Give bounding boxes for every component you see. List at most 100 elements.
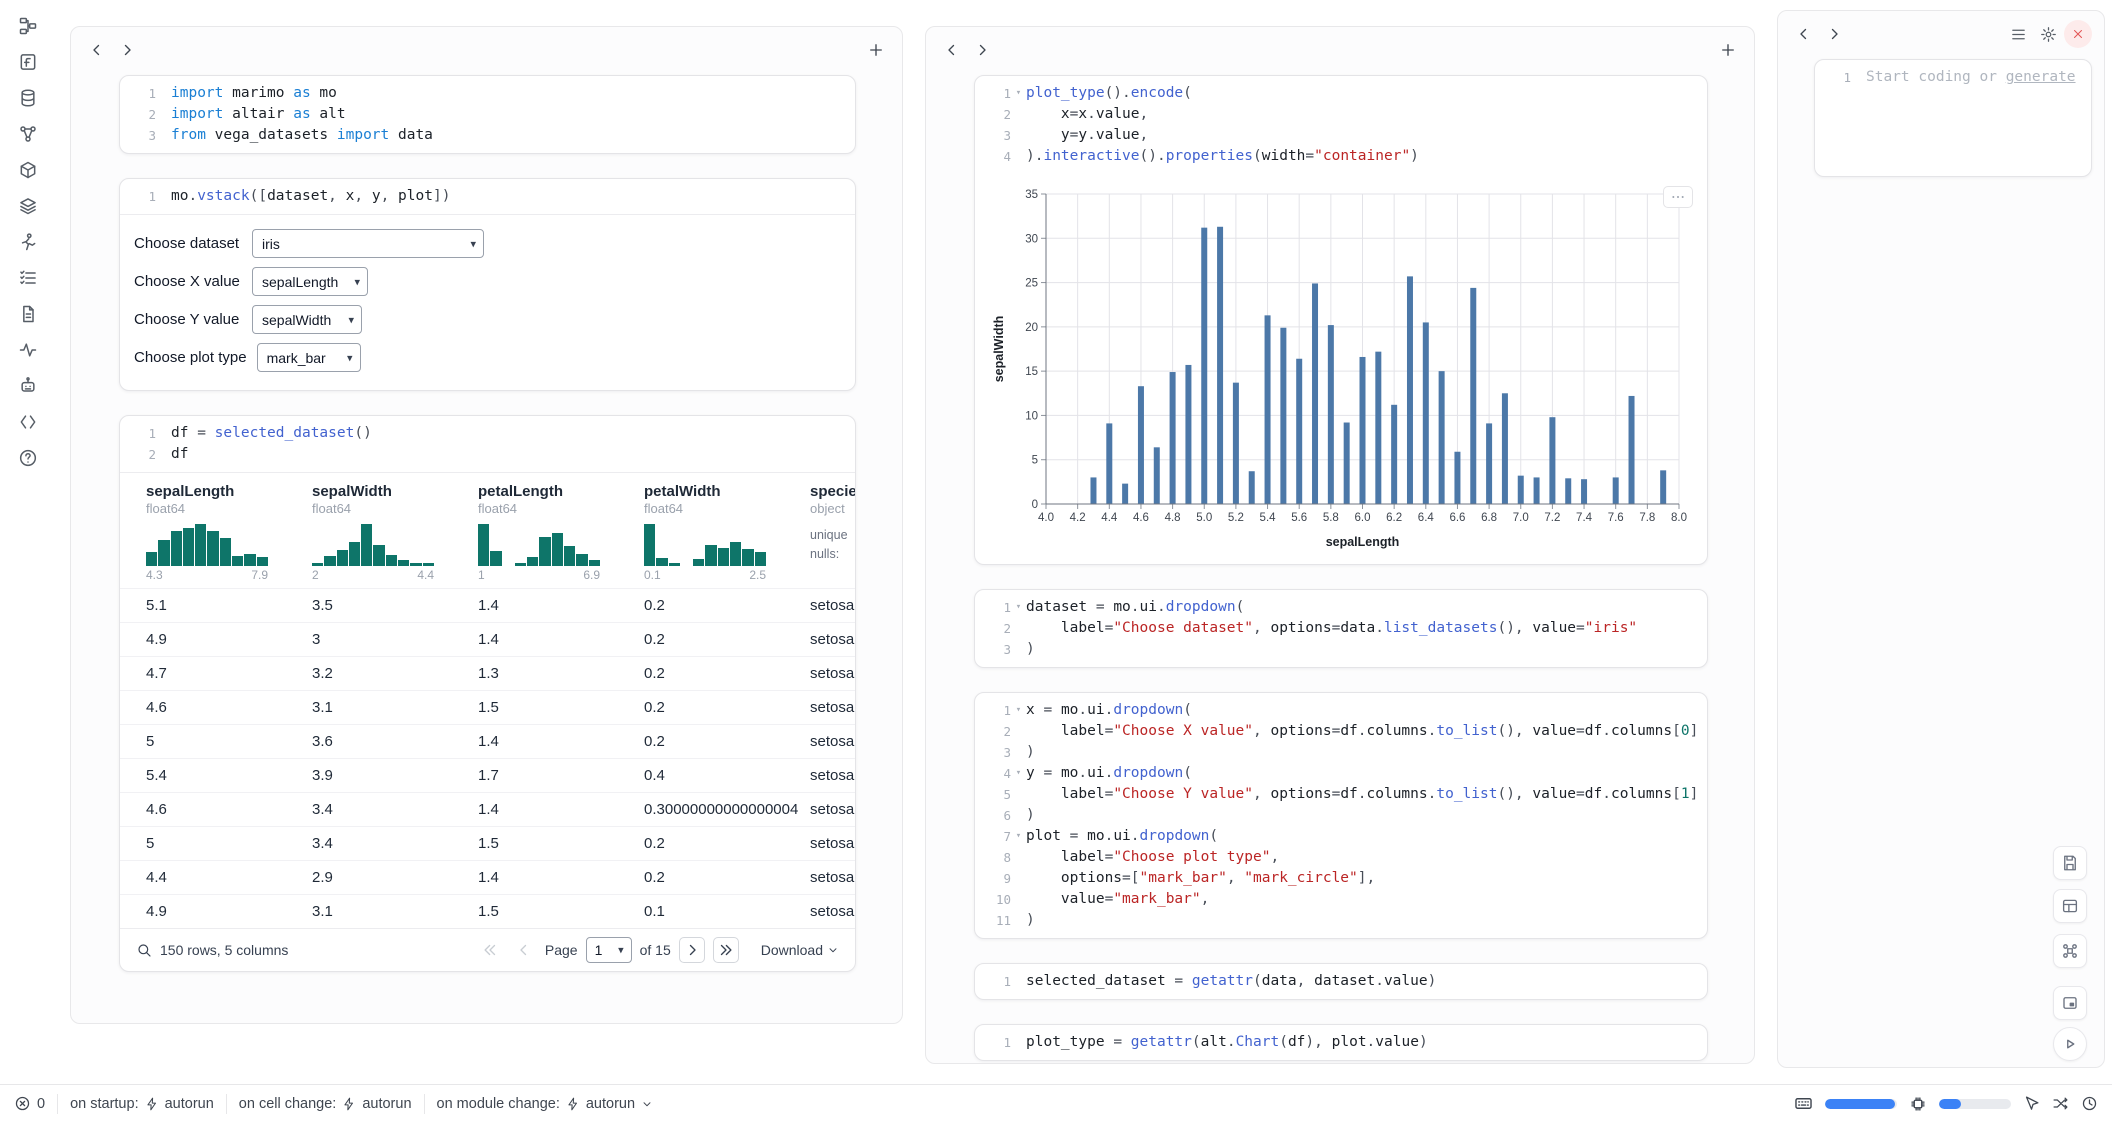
code-line[interactable]: 1▾x = mo.ui.dropdown( <box>981 700 1697 721</box>
table-row[interactable]: 4.42.91.40.2setosa <box>120 860 855 894</box>
pointer-icon[interactable] <box>2023 1095 2040 1112</box>
code-line[interactable]: 9 options=["mark_bar", "mark_circle"], <box>981 868 1697 889</box>
on-module-change-mode[interactable]: on module change: autorun <box>437 1096 654 1112</box>
code-line[interactable]: 10 value="mark_bar", <box>981 889 1697 910</box>
layout-button[interactable] <box>2053 889 2087 923</box>
menu-icon[interactable] <box>2004 20 2032 48</box>
table-row[interactable]: 53.61.40.2setosa <box>120 724 855 758</box>
add-cell-icon[interactable] <box>862 36 890 64</box>
table-row[interactable]: 4.931.40.2setosa <box>120 622 855 656</box>
snippets-icon[interactable] <box>13 412 43 432</box>
fold-chevron-icon[interactable]: ▾ <box>1011 763 1026 784</box>
file-explorer-icon[interactable] <box>13 16 43 36</box>
fold-chevron-icon[interactable]: ▾ <box>1011 83 1026 104</box>
variables-icon[interactable] <box>13 124 43 144</box>
code-line[interactable]: 4▾y = mo.ui.dropdown( <box>981 763 1697 784</box>
column-header[interactable]: petalLengthfloat6416.9 <box>478 473 644 588</box>
dataset-select[interactable]: iris <box>252 229 484 258</box>
marimo-file-icon[interactable] <box>13 52 43 72</box>
code-editor-chart[interactable]: 1▾plot_type().encode(2 x=x.value,3 y=y.v… <box>975 76 1707 174</box>
code-line[interactable]: 1plot_type = getattr(alt.Chart(df), plot… <box>981 1032 1697 1053</box>
column-histogram[interactable] <box>312 524 434 566</box>
chevron-right-icon[interactable] <box>968 36 996 64</box>
code-line[interactable]: 1mo.vstack([dataset, x, y, plot]) <box>126 186 845 207</box>
datasources-icon[interactable] <box>13 88 43 108</box>
code-editor-dataset[interactable]: 1▾dataset = mo.ui.dropdown(2 label="Choo… <box>975 590 1707 667</box>
column-header[interactable]: sepalLengthfloat644.37.9 <box>146 473 312 588</box>
gear-icon[interactable] <box>2034 20 2062 48</box>
fold-chevron-icon[interactable]: ▾ <box>1011 597 1026 618</box>
add-cell-icon[interactable] <box>1714 36 1742 64</box>
code-line[interactable]: 2 label="Choose dataset", options=data.l… <box>981 618 1697 639</box>
table-row[interactable]: 4.63.11.50.2setosa <box>120 690 855 724</box>
chat-icon[interactable] <box>13 376 43 396</box>
code-line[interactable]: 1▾dataset = mo.ui.dropdown( <box>981 597 1697 618</box>
table-row[interactable]: 4.73.21.30.2setosa <box>120 656 855 690</box>
shuffle-icon[interactable] <box>2052 1095 2069 1112</box>
code-line[interactable]: 6) <box>981 805 1697 826</box>
table-row[interactable]: 4.93.11.50.1setosa <box>120 894 855 928</box>
column-header[interactable]: petalWidthfloat640.12.5 <box>644 473 810 588</box>
code-editor-dataframe[interactable]: 1df = selected_dataset()2df <box>120 416 855 472</box>
shortcuts-button[interactable] <box>2053 934 2087 968</box>
search-icon[interactable] <box>136 942 152 958</box>
column-header[interactable]: sepalWidthfloat6424.4 <box>312 473 478 588</box>
code-line[interactable]: 11) <box>981 910 1697 931</box>
chart-menu-icon[interactable] <box>1663 186 1693 208</box>
first-page-icon[interactable] <box>477 937 503 963</box>
code-editor-xy[interactable]: 1▾x = mo.ui.dropdown(2 label="Choose X v… <box>975 693 1707 938</box>
chevron-left-icon[interactable] <box>938 36 966 64</box>
altair-chart[interactable]: 4.04.24.44.64.85.05.25.45.65.86.06.26.46… <box>989 180 1695 554</box>
fold-chevron-icon[interactable]: ▾ <box>1011 826 1026 847</box>
code-line[interactable]: 3 y=y.value, <box>981 125 1697 146</box>
code-editor-vstack[interactable]: 1mo.vstack([dataset, x, y, plot]) <box>120 179 855 214</box>
fold-chevron-icon[interactable]: ▾ <box>1011 700 1026 721</box>
code-editor-selected-dataset[interactable]: 1selected_dataset = getattr(data, datase… <box>975 964 1707 999</box>
table-row[interactable]: 5.13.51.40.2setosa <box>120 588 855 622</box>
logs-icon[interactable] <box>13 268 43 288</box>
packages-icon[interactable] <box>13 160 43 180</box>
prev-page-icon[interactable] <box>511 937 537 963</box>
code-line[interactable]: 3) <box>981 639 1697 660</box>
x-value-select[interactable]: sepalLength <box>252 267 368 296</box>
code-line[interactable]: 5 label="Choose Y value", options=df.col… <box>981 784 1697 805</box>
table-row[interactable]: 4.63.41.40.30000000000000004setosa <box>120 792 855 826</box>
tracing-icon[interactable] <box>13 340 43 360</box>
code-line[interactable]: 2df <box>126 444 845 465</box>
table-row[interactable]: 5.43.91.70.4setosa <box>120 758 855 792</box>
table-row[interactable]: 53.41.50.2setosa <box>120 826 855 860</box>
chevron-left-icon[interactable] <box>1790 20 1818 48</box>
column-histogram[interactable] <box>478 524 600 566</box>
save-button[interactable] <box>2053 846 2087 880</box>
console-button[interactable] <box>2053 986 2087 1020</box>
keyboard-icon[interactable] <box>1794 1094 1813 1113</box>
code-line[interactable]: 3) <box>981 742 1697 763</box>
column-header[interactable]: speciesobjectuniquenulls: <box>810 473 855 588</box>
code-editor-plot-type[interactable]: 1plot_type = getattr(alt.Chart(df), plot… <box>975 1025 1707 1060</box>
memory-icon[interactable] <box>1909 1095 1927 1113</box>
code-line[interactable]: 1selected_dataset = getattr(data, datase… <box>981 971 1697 992</box>
code-line[interactable]: 2 label="Choose X value", options=df.col… <box>981 721 1697 742</box>
code-editor-imports[interactable]: 1import marimo as mo2import altair as al… <box>120 76 855 153</box>
page-select[interactable]: 1 <box>586 937 632 963</box>
chevron-right-icon[interactable] <box>113 36 141 64</box>
run-button[interactable] <box>2053 1027 2087 1061</box>
outline-icon[interactable] <box>13 196 43 216</box>
chevron-left-icon[interactable] <box>83 36 111 64</box>
errors-indicator[interactable]: 0 <box>14 1095 45 1112</box>
code-line[interactable]: 4).interactive().properties(width="conta… <box>981 146 1697 167</box>
code-line[interactable]: 2import altair as alt <box>126 104 845 125</box>
code-line[interactable]: 1▾plot_type().encode( <box>981 83 1697 104</box>
code-line[interactable]: 1df = selected_dataset() <box>126 423 845 444</box>
code-line[interactable]: 7▾plot = mo.ui.dropdown( <box>981 826 1697 847</box>
code-line[interactable]: 2 x=x.value, <box>981 104 1697 125</box>
code-line[interactable]: 3from vega_datasets import data <box>126 125 845 146</box>
on-cell-change-mode[interactable]: on cell change: autorun <box>239 1096 412 1112</box>
chevron-right-icon[interactable] <box>1820 20 1848 48</box>
close-icon[interactable] <box>2064 20 2092 48</box>
y-value-select[interactable]: sepalWidth <box>252 305 362 334</box>
scratchpad-editor[interactable]: 1 Start coding or generate with AI <box>1815 60 2091 95</box>
plot-type-select[interactable]: mark_bar <box>257 343 361 372</box>
documentation-icon[interactable] <box>13 304 43 324</box>
generate-ai-link[interactable]: generate <box>2006 69 2076 85</box>
